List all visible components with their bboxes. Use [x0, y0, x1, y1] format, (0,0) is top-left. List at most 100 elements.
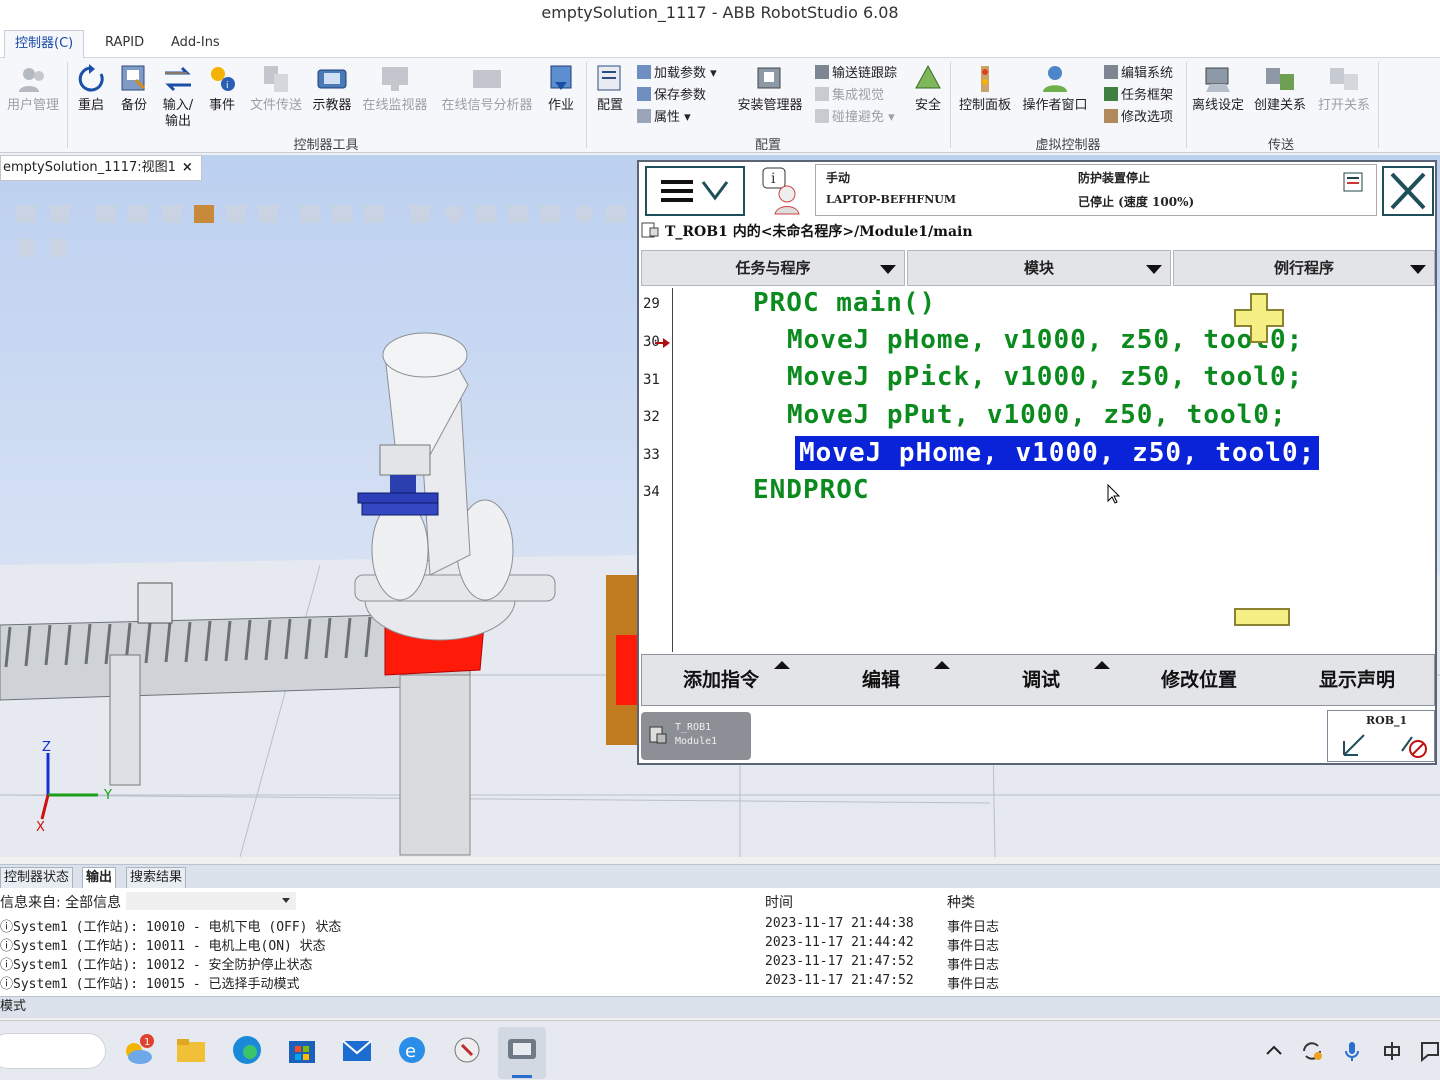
close-icon[interactable]: ×	[182, 160, 193, 175]
routines-dropdown[interactable]: 例行程序	[1173, 250, 1435, 286]
windows-taskbar: 1 e	[0, 1020, 1440, 1080]
tab-rapid[interactable]: RAPID	[95, 30, 154, 58]
quickset-button[interactable]: ROB_1	[1327, 710, 1435, 762]
robotstudio-app-icon[interactable]	[450, 1033, 484, 1067]
online-monitor-button[interactable]: 在线监视器	[360, 64, 430, 114]
message-source-filter[interactable]: 信息来自: 全部信息	[0, 892, 296, 912]
program-editor-icon	[641, 222, 659, 238]
properties-button[interactable]: 属性 ▾	[637, 108, 691, 128]
offline-setup-button[interactable]: 离线设定	[1188, 64, 1248, 114]
flexpendant-window[interactable]: i 手动 LAPTOP-BEFHFNUM 防护装置停止 已停止 (速度 100%…	[637, 160, 1437, 765]
file-explorer-icon[interactable]	[174, 1033, 208, 1067]
view-tab[interactable]: emptySolution_1117:视图1 ×	[0, 155, 202, 181]
task-frame-button[interactable]: 任务框架	[1104, 86, 1173, 106]
zoom-out-icon[interactable]	[1233, 606, 1291, 628]
filter-dropdown[interactable]	[125, 892, 296, 910]
code-line[interactable]: MoveJ pHome, v1000, z50, tool0;	[787, 325, 1303, 355]
modify-position-button[interactable]: 修改位置	[1120, 655, 1278, 705]
store-icon[interactable]	[285, 1033, 319, 1067]
restart-icon	[78, 64, 104, 92]
operator-icon	[1043, 66, 1067, 92]
pendant-command-bar: 添加指令 编辑 调试 修改位置 显示声明	[641, 654, 1435, 706]
input-method-icon[interactable]	[1380, 1039, 1404, 1063]
teach-pendant-button[interactable]: 示教器	[302, 64, 362, 114]
mouse-cursor-icon	[1107, 484, 1121, 504]
svg-text:i: i	[771, 171, 776, 187]
log-row[interactable]: ⓘ System1 (工作站): 10011 - 电机上电(ON) 状态 2023…	[0, 935, 1440, 954]
collision-avoid-button[interactable]: 碰撞避免 ▾	[815, 108, 895, 128]
code-line[interactable]: ENDPROC	[753, 475, 870, 505]
install-manager-button[interactable]: 安装管理器	[733, 64, 807, 114]
flexpendant-app-icon[interactable]	[505, 1033, 539, 1067]
task-program-tab[interactable]: T_ROB1 Module1	[641, 712, 751, 760]
tasks-and-programs-dropdown[interactable]: 任务与程序	[641, 250, 905, 286]
tab-search-results[interactable]: 搜索结果	[126, 867, 187, 889]
edge-browser-icon[interactable]	[230, 1033, 264, 1067]
user-management-button[interactable]: 用户管理	[3, 64, 63, 114]
dropdown-arrow-icon	[880, 265, 896, 274]
file-transfer-button[interactable]: 文件传送	[246, 64, 306, 114]
axis-x-label: X	[36, 820, 45, 835]
integrated-vision-button[interactable]: 集成视觉	[815, 86, 884, 106]
code-editor[interactable]: 29 30 31 32 33 34 PROC main() MoveJ pHom…	[639, 288, 1435, 652]
zoom-in-icon[interactable]	[1231, 290, 1287, 346]
edit-system-button[interactable]: 编辑系统	[1104, 64, 1173, 84]
create-relation-button[interactable]: 创建关系	[1250, 64, 1310, 114]
edit-button[interactable]: 编辑	[802, 655, 960, 705]
program-editor-icon	[649, 726, 667, 744]
code-line[interactable]: MoveJ pPick, v1000, z50, tool0;	[787, 362, 1303, 392]
taskbar-search-box[interactable]	[0, 1033, 106, 1069]
line-number: 31	[643, 372, 660, 388]
tab-addins[interactable]: Add-Ins	[161, 30, 230, 58]
column-header-time[interactable]: 时间	[765, 892, 793, 912]
modify-options-icon	[1104, 109, 1118, 123]
signal-analyzer-button[interactable]: 在线信号分析器	[437, 64, 537, 114]
debug-button[interactable]: 调试	[962, 655, 1120, 705]
tab-controller[interactable]: 控制器(C)	[4, 30, 85, 58]
show-declaration-button[interactable]: 显示声明	[1278, 655, 1436, 705]
line-number: 32	[643, 409, 660, 425]
mail-icon[interactable]	[340, 1033, 374, 1067]
code-line[interactable]: PROC main()	[753, 288, 936, 318]
weather-icon[interactable]: 1	[120, 1033, 154, 1067]
log-row[interactable]: ⓘ System1 (工作站): 10015 - 已选择手动模式 2023-11-…	[0, 973, 1440, 992]
menu-up-arrow-icon	[934, 661, 950, 669]
column-header-category[interactable]: 种类	[947, 892, 975, 912]
events-button[interactable]: i 事件	[192, 64, 252, 114]
conveyor-tracking-button[interactable]: 输送链跟踪	[815, 64, 897, 84]
output-panel: 信息来自: 全部信息 时间 种类 ⓘ System1 (工作站): 10010 -…	[0, 888, 1440, 996]
log-row[interactable]: ⓘ System1 (工作站): 10012 - 安全防护停止状态 2023-11…	[0, 954, 1440, 973]
install-manager-icon	[757, 67, 781, 89]
hamburger-menu-icon	[661, 180, 729, 202]
safety-button[interactable]: 安全	[898, 64, 958, 114]
control-panel-button[interactable]: 控制面板	[955, 64, 1015, 114]
pendant-close-button[interactable]	[1382, 166, 1434, 216]
axis-y-label: Y	[103, 788, 112, 803]
event-log-button[interactable]: i	[757, 164, 811, 216]
microphone-icon[interactable]	[1340, 1039, 1364, 1063]
pendant-menu-button[interactable]	[645, 166, 745, 216]
code-line[interactable]: MoveJ pPut, v1000, z50, tool0;	[787, 400, 1287, 430]
task-frame-icon	[1104, 87, 1118, 101]
edit-system-icon	[1104, 65, 1118, 79]
log-row[interactable]: ⓘ System1 (工作站): 10010 - 电机下电 (OFF) 状态 20…	[0, 916, 1440, 935]
modify-options-button[interactable]: 修改选项	[1104, 108, 1173, 128]
modules-dropdown[interactable]: 模块	[907, 250, 1171, 286]
sync-icon[interactable]	[1300, 1039, 1324, 1063]
chevron-up-icon[interactable]	[1262, 1039, 1286, 1063]
open-relation-button[interactable]: 打开关系	[1314, 64, 1374, 114]
load-params-button[interactable]: 加载参数 ▾	[637, 64, 717, 84]
line-number: 34	[643, 484, 660, 500]
add-instruction-button[interactable]: 添加指令	[642, 655, 800, 705]
internet-explorer-icon[interactable]: e	[395, 1033, 429, 1067]
tab-controller-status[interactable]: 控制器状态	[0, 867, 74, 889]
line-number: 33	[643, 447, 660, 463]
operator-window-button[interactable]: 操作者窗口	[1019, 64, 1091, 114]
code-line-selected[interactable]: MoveJ pHome, v1000, z50, tool0;	[795, 436, 1320, 470]
tab-output[interactable]: 输出	[82, 867, 117, 889]
save-params-button[interactable]: 保存参数	[637, 86, 706, 106]
configuration-button[interactable]: 配置	[580, 64, 640, 114]
teach-pendant-icon	[317, 69, 347, 89]
notification-icon[interactable]	[1418, 1039, 1440, 1063]
pendant-status-bar[interactable]: 手动 LAPTOP-BEFHFNUM 防护装置停止 已停止 (速度 100%)	[815, 164, 1377, 216]
